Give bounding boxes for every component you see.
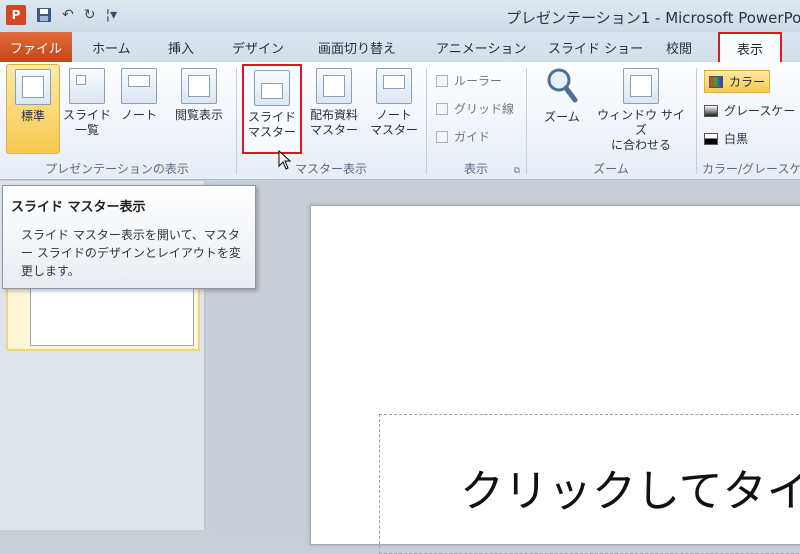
ribbon-tabs: ファイル ホーム 挿入 デザイン 画面切り替え アニメーション スライド ショー… [0,32,800,62]
dialog-launcher-icon[interactable]: ⧉ [514,166,520,176]
notes-page-icon [121,68,157,104]
undo-icon[interactable]: ↶ [62,7,74,23]
tab-transitions[interactable]: 画面切り替え [318,38,396,57]
notes-master-button[interactable]: ノート マスター [366,64,422,154]
gridlines-checkbox-box[interactable] [436,102,448,115]
group-label-color: カラー/グレースケ [702,162,800,176]
title-bar: P ↶ ↻ ¦▾ プレゼンテーション1 - Microsoft PowerPoi… [0,0,800,32]
grayscale-swatch-icon [704,104,718,117]
normal-view-icon [15,69,51,105]
slide-master-label-1: スライド [247,110,296,124]
zoom-label: ズーム [544,110,580,124]
notes-master-icon [376,68,412,104]
fit-to-window-button[interactable]: ウィンドウ サイズ に合わせる [592,64,690,154]
handout-master-label-2: マスター [309,123,358,137]
save-icon[interactable] [36,7,52,23]
customize-qat-icon[interactable]: ¦▾ [105,7,117,23]
tab-slideshow[interactable]: スライド ショー [548,38,643,57]
slide-sorter-label-2: 一覧 [74,123,99,137]
reading-view-button[interactable]: 閲覧表示 [166,64,232,154]
gridlines-checkbox[interactable]: グリッド線 [436,100,514,117]
reading-view-label: 閲覧表示 [174,108,223,122]
slide-master-tooltip: スライド マスター表示 スライド マスター表示を開いて、マスター スライドのデザ… [2,185,256,289]
tab-animations[interactable]: アニメーション [436,38,526,57]
quick-access-toolbar: P ↶ ↻ ¦▾ [6,5,117,25]
handout-master-button[interactable]: 配布資料 マスター [304,64,364,154]
group-label-zoom: ズーム [593,162,629,176]
group-master-views: スライド マスター 配布資料 マスター ノート マスター マスター表示 [238,62,424,180]
fit-to-window-icon [623,68,659,104]
notes-master-label-2: マスター [369,123,418,137]
group-label-master-views: マスター表示 [294,162,367,176]
group-separator [426,68,427,174]
redo-icon[interactable]: ↻ [84,7,96,23]
group-separator [526,68,527,174]
ruler-label: ルーラー [454,74,503,88]
color-label: カラー [729,75,766,89]
group-color: カラー グレースケー 白黒 カラー/グレースケ [698,62,800,180]
slide-master-icon [254,70,290,106]
tab-file[interactable]: ファイル [0,32,72,62]
black-white-label: 白黒 [724,132,749,146]
tab-home[interactable]: ホーム [92,38,131,57]
tab-view[interactable]: 表示 [718,32,782,62]
slide-sorter-icon [69,68,105,104]
slide-sorter-button[interactable]: スライド 一覧 [60,64,114,154]
group-show: ルーラー グリッド線 ガイド 表示 ⧉ [428,62,524,180]
reading-view-icon [181,68,217,104]
ruler-checkbox-box[interactable] [436,74,448,87]
tab-insert[interactable]: 挿入 [168,38,194,57]
gridlines-label: グリッド線 [454,102,515,116]
window-title: プレゼンテーション1 - Microsoft PowerPoint [506,9,800,27]
grayscale-label: グレースケー [724,104,796,118]
notes-master-label-1: ノート [375,108,412,122]
slide-master-button[interactable]: スライド マスター [242,64,302,154]
tab-design[interactable]: デザイン [232,38,284,57]
fit-to-window-label-1: ウィンドウ サイズ [597,108,685,137]
group-label-presentation-views: プレゼンテーションの表示 [45,162,189,176]
mouse-cursor-icon [278,150,292,170]
notes-page-button[interactable]: ノート [112,64,166,154]
black-white-button[interactable]: 白黒 [704,130,748,147]
normal-view-button[interactable]: 標準 [6,64,60,154]
group-zoom: ズーム ウィンドウ サイズ に合わせる ズーム [528,62,694,180]
normal-view-label: 標準 [20,109,45,123]
magnifier-icon [547,68,578,103]
handout-master-label-1: 配布資料 [309,108,358,122]
black-white-swatch-icon [704,132,718,145]
ruler-checkbox[interactable]: ルーラー [436,72,502,89]
grayscale-button[interactable]: グレースケー [704,102,795,119]
tooltip-body: スライド マスター表示を開いて、マスター スライドのデザインとレイアウトを変更し… [21,228,241,278]
zoom-button[interactable]: ズーム [534,64,590,154]
group-separator [236,68,237,174]
color-mode-button[interactable]: カラー [704,70,771,93]
tab-review[interactable]: 校閲 [666,38,692,57]
guides-checkbox-box[interactable] [436,130,448,143]
group-presentation-views: 標準 スライド 一覧 ノート 閲覧表示 プレゼンテーションの表示 [0,62,234,180]
slide-master-label-2: マスター [247,125,296,139]
powerpoint-app-icon[interactable]: P [6,5,26,25]
color-swatch-icon [709,75,723,88]
tooltip-title: スライド マスター表示 [11,200,146,215]
guides-checkbox[interactable]: ガイド [436,128,490,145]
slide-thumbnail[interactable] [30,284,194,346]
title-placeholder-text[interactable]: クリックしてタイ [460,455,800,519]
group-label-show: 表示 [463,162,488,176]
handout-master-icon [316,68,352,104]
group-separator [696,68,697,174]
guides-label: ガイド [454,130,491,144]
notes-page-label: ノート [120,108,157,122]
ribbon: 標準 スライド 一覧 ノート 閲覧表示 プレゼンテーションの表示 スライド マス… [0,62,800,180]
fit-to-window-label-2: に合わせる [610,138,671,152]
slide-sorter-label-1: スライド [62,108,111,122]
